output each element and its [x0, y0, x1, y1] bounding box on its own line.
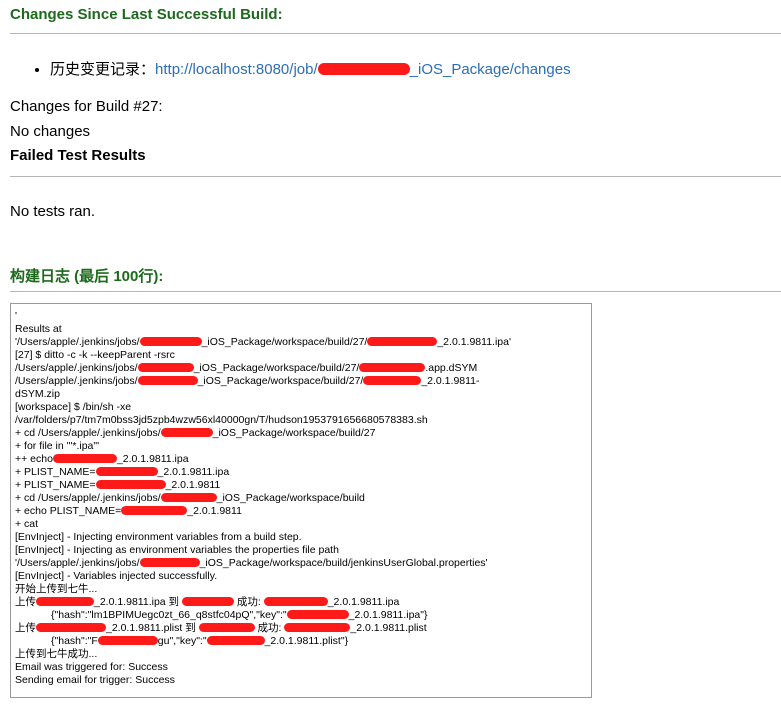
- redaction-mark: [137, 363, 194, 372]
- log-line: Results at: [15, 323, 62, 335]
- redaction-mark: [36, 623, 106, 632]
- log-line: /Users/apple/.jenkins/jobs/_iOS_Package/…: [15, 375, 480, 387]
- build-changes-title: Changes for Build #27:: [10, 98, 163, 115]
- log-line: 上传 _2.0.1.9811.plist 到 成功: _2.0.1.9811.pl…: [15, 622, 427, 634]
- redaction-mark: [97, 636, 158, 645]
- log-line: 上传到七牛成功...: [15, 648, 98, 660]
- redaction-mark: [198, 623, 255, 632]
- log-line: Email was triggered for: Success: [15, 661, 168, 673]
- log-line: + echo PLIST_NAME= _2.0.1.9811: [15, 505, 242, 517]
- log-line: /Users/apple/.jenkins/jobs/_iOS_Package/…: [15, 362, 478, 374]
- redaction-mark: [137, 376, 198, 385]
- no-changes-text: No changes: [10, 123, 91, 140]
- redaction-mark: [363, 376, 422, 385]
- log-line: '/Users/apple/.jenkins/jobs/_iOS_Package…: [15, 557, 488, 569]
- history-list: 历史变更记录：http://localhost:8080/job/ _iOS_Pa…: [30, 58, 571, 79]
- log-line: + cd /Users/apple/.jenkins/jobs/_iOS_Pac…: [15, 492, 365, 504]
- redaction-mark: [284, 623, 351, 632]
- log-line: [EnvInject] - Variables injected success…: [15, 570, 218, 582]
- redaction-mark: [139, 558, 200, 567]
- redaction-mark: [95, 467, 158, 476]
- redaction-mark: [121, 506, 188, 515]
- divider: [10, 176, 781, 177]
- log-line: ': [15, 310, 18, 322]
- log-line: '/Users/apple/.jenkins/jobs/_iOS_Package…: [15, 336, 511, 348]
- failed-tests-heading: Failed Test Results: [10, 147, 146, 164]
- log-line: + cd /Users/apple/.jenkins/jobs/_iOS_Pac…: [15, 427, 376, 439]
- redaction-mark: [160, 493, 217, 502]
- history-changes-link[interactable]: http://localhost:8080/job/ _iOS_Package/c…: [155, 61, 571, 78]
- redaction-mark: [95, 480, 166, 489]
- redaction-mark: [367, 337, 438, 346]
- redaction-mark: [359, 363, 426, 372]
- log-line: /var/folders/p7/tm7m0bss3jd5zpb4wzw56xl4…: [15, 414, 428, 426]
- log-line: {"hash":"F gu","key":" _2.0.1.9811.plist"}: [51, 635, 349, 647]
- log-line: + for file in '"*.ipa"': [15, 440, 100, 452]
- redaction-mark: [317, 63, 410, 75]
- log-line: Sending email for trigger: Success: [15, 674, 175, 686]
- log-line: 上传 _2.0.1.9811.ipa 到 成功: _2.0.1.9811.ipa: [15, 596, 400, 608]
- log-line: + cat: [15, 518, 39, 530]
- log-line: [EnvInject] - Injecting environment vari…: [15, 531, 302, 543]
- no-tests-text: No tests ran.: [10, 203, 96, 220]
- link-suffix: _iOS_Package/changes: [409, 61, 571, 78]
- redaction-mark: [52, 454, 117, 463]
- changes-heading: Changes Since Last Successful Build:: [10, 6, 283, 23]
- build-log-console[interactable]: ' Results at '/Users/apple/.jenkins/jobs/_…: [10, 303, 592, 698]
- redaction-mark: [139, 337, 202, 346]
- log-line: 开始上传到七牛...: [15, 583, 98, 595]
- log-line: + PLIST_NAME= _2.0.1.9811.ipa: [15, 466, 230, 478]
- log-line: ++ echo _2.0.1.9811.ipa: [15, 453, 189, 465]
- redaction-mark: [36, 597, 94, 606]
- history-label: 历史变更记录：: [50, 61, 156, 78]
- divider: [10, 291, 781, 292]
- redaction-mark: [263, 597, 328, 606]
- log-line: [27] $ ditto -c -k --keepParent -rsrc: [15, 349, 175, 361]
- log-line: {"hash":"lm1BPIMUegc0zt_66_q8stfc04pQ","…: [51, 609, 428, 621]
- log-line: [workspace] $ /bin/sh -xe: [15, 401, 132, 413]
- build-log-heading: 构建日志 (最后 100行):: [10, 268, 164, 285]
- log-line: dSYM.zip: [15, 388, 60, 400]
- redaction-mark: [160, 428, 213, 437]
- history-item: 历史变更记录：http://localhost:8080/job/ _iOS_Pa…: [50, 58, 571, 79]
- redaction-mark: [286, 610, 349, 619]
- log-line: + PLIST_NAME= _2.0.1.9811: [15, 479, 221, 491]
- redaction-mark: [181, 597, 234, 606]
- divider: [10, 33, 781, 34]
- redaction-mark: [206, 636, 265, 645]
- log-line: [EnvInject] - Injecting as environment v…: [15, 544, 339, 556]
- link-prefix: http://localhost:8080/job/: [155, 61, 318, 78]
